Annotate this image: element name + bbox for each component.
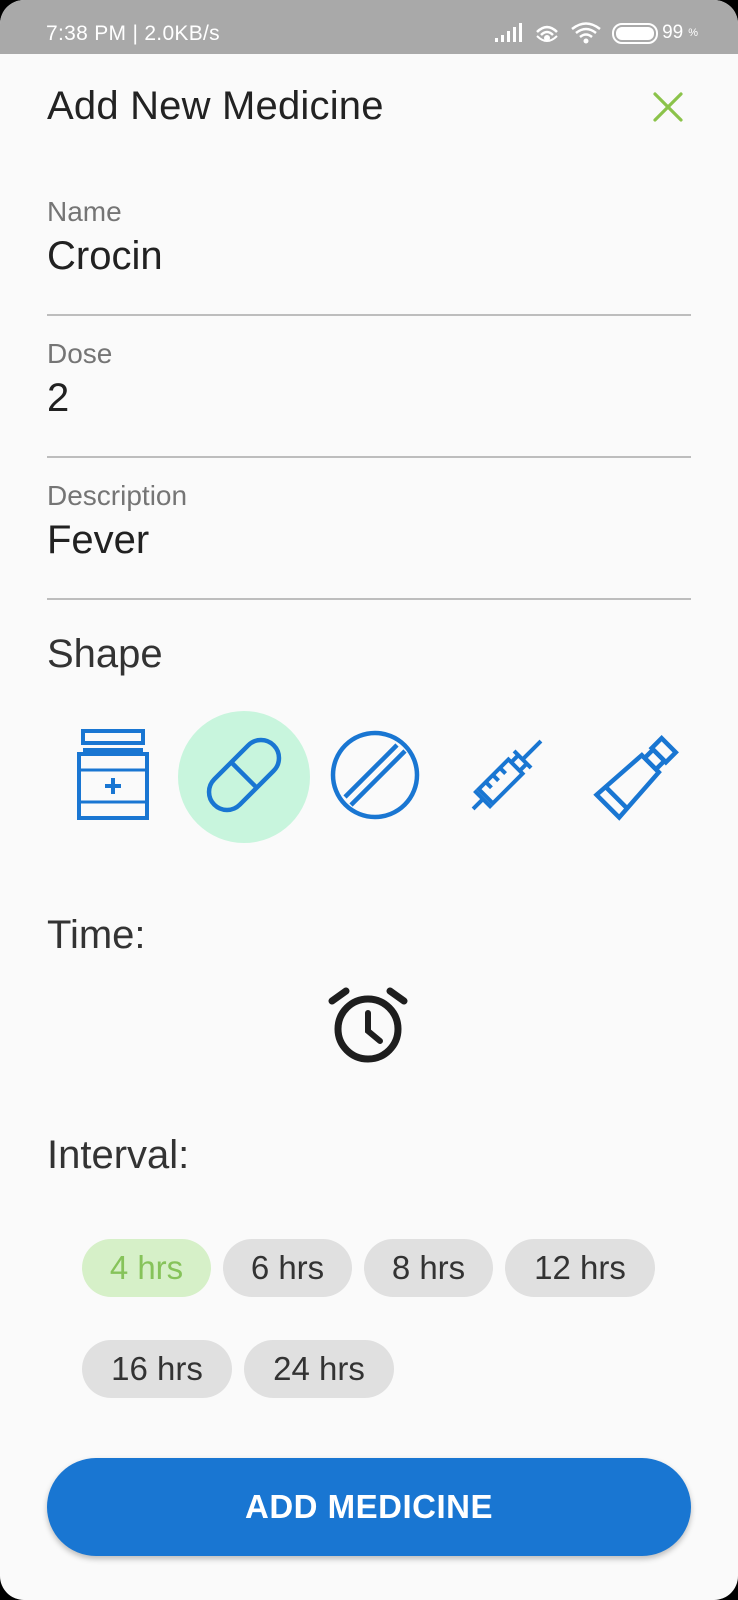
shape-option-bottle[interactable] xyxy=(47,711,179,843)
battery-icon: 99% xyxy=(612,22,698,44)
shape-option-capsule[interactable] xyxy=(178,711,310,843)
name-label: Name xyxy=(47,196,122,227)
battery-percent: 99 xyxy=(662,22,684,43)
interval-chip-6hrs[interactable]: 6 hrs xyxy=(223,1239,352,1297)
alarm-clock-icon[interactable] xyxy=(328,985,408,1065)
dose-value[interactable]: 2 xyxy=(47,376,691,421)
interval-chip-16hrs[interactable]: 16 hrs xyxy=(82,1340,232,1398)
description-value[interactable]: Fever xyxy=(47,518,691,563)
battery-unit: % xyxy=(688,27,698,39)
shape-label: Shape xyxy=(47,632,163,676)
add-medicine-button[interactable]: ADD MEDICINE xyxy=(47,1458,691,1556)
interval-chip-4hrs[interactable]: 4 hrs xyxy=(82,1239,211,1297)
dialog-title: Add New Medicine xyxy=(47,84,384,128)
time-label: Time: xyxy=(47,913,146,957)
bottle-icon xyxy=(75,728,151,827)
status-time: 7:38 PM | 2.0KB/s xyxy=(46,22,220,45)
description-field[interactable]: Description Fever xyxy=(47,480,691,600)
status-icons: 99% xyxy=(494,22,698,44)
tablet-icon xyxy=(327,727,423,828)
status-bar: 7:38 PM | 2.0KB/s 99 % xyxy=(0,0,738,54)
add-medicine-screen: 7:38 PM | 2.0KB/s 99 % Add New Medicine … xyxy=(0,0,738,1600)
dose-field[interactable]: Dose 2 xyxy=(47,338,691,458)
interval-label: Interval: xyxy=(47,1133,190,1177)
name-value[interactable]: Crocin xyxy=(47,234,691,279)
shape-option-tablet[interactable] xyxy=(309,711,441,843)
shape-option-tube[interactable] xyxy=(573,711,705,843)
tube-icon xyxy=(589,725,689,830)
name-field[interactable]: Name Crocin xyxy=(47,196,691,316)
capsule-icon xyxy=(194,725,294,830)
signal-icon xyxy=(494,23,524,43)
interval-chip-8hrs[interactable]: 8 hrs xyxy=(364,1239,493,1297)
description-label: Description xyxy=(47,480,188,511)
wifi-icon xyxy=(570,22,602,44)
interval-chip-12hrs[interactable]: 12 hrs xyxy=(505,1239,655,1297)
syringe-icon xyxy=(457,725,557,830)
interval-chip-24hrs[interactable]: 24 hrs xyxy=(244,1340,394,1398)
shape-option-syringe[interactable] xyxy=(441,711,573,843)
hotspot-icon xyxy=(534,22,560,44)
dose-label: Dose xyxy=(47,338,113,369)
close-icon[interactable] xyxy=(651,90,685,124)
